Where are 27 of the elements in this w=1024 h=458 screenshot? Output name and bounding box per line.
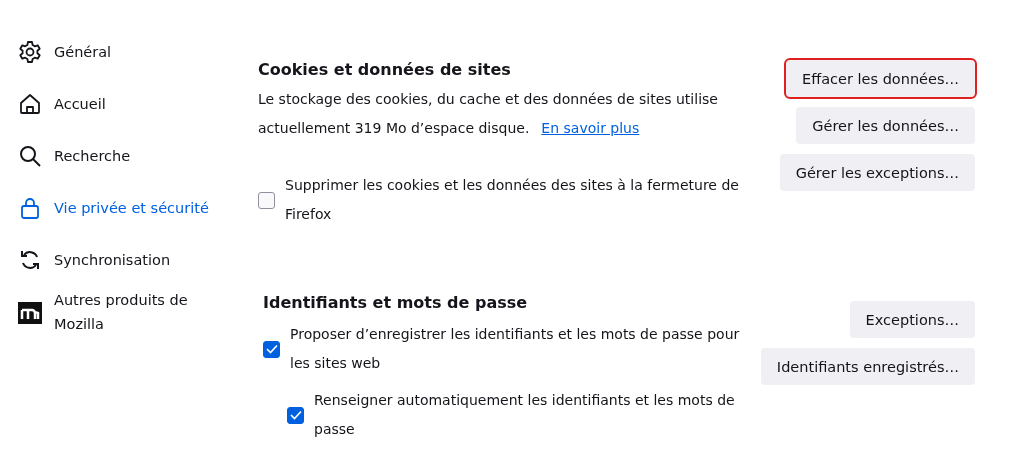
action-button[interactable]: Gérer les données… — [796, 107, 975, 144]
sidebar-item[interactable]: Vie privée et sécurité — [18, 182, 230, 234]
checkbox[interactable] — [287, 406, 304, 424]
checkbox-label[interactable]: Renseigner automatiquement les identifiants et les mots de passe — [314, 386, 761, 444]
sidebar-item[interactable]: Autres produits de Mozilla — [18, 286, 230, 338]
action-button[interactable]: Gérer les exceptions… — [779, 154, 975, 191]
action-button[interactable]: Identifiants enregistrés… — [760, 348, 975, 385]
sidebar-item[interactable]: Général — [18, 26, 230, 78]
lock-icon — [18, 196, 42, 220]
sidebar-item[interactable]: Recherche — [18, 130, 230, 182]
house-icon — [18, 92, 42, 116]
learn-more-link[interactable]: En savoir plus — [541, 120, 640, 136]
sidebar-item[interactable]: Accueil — [18, 78, 230, 130]
checkbox[interactable] — [263, 340, 280, 358]
checkbox-label[interactable]: Proposer d’enregistrer les identifiants et les mots de passe pour les sites web — [290, 320, 761, 378]
action-button[interactable]: Exceptions… — [849, 301, 975, 338]
section-heading: Identifiants et mots de passe — [263, 293, 529, 312]
sidebar-item[interactable]: Synchronisation — [18, 234, 230, 286]
storage-description: Le stockage des cookies, du cache et des données de sites utilise actuellement 319 Mo d’espace disque. En savoir plus — [258, 90, 719, 138]
search-icon — [18, 144, 42, 168]
settings-icon — [18, 40, 42, 64]
m-logo-icon — [18, 300, 42, 324]
checkbox[interactable] — [258, 191, 275, 209]
checkbox-label[interactable]: Supprimer les cookies et les données des sites à la fermeture de Firefox — [285, 171, 758, 229]
section-heading: Cookies et données de sites — [258, 60, 512, 79]
sync-icon — [18, 248, 42, 272]
action-button[interactable]: Effacer les données… — [786, 60, 975, 97]
